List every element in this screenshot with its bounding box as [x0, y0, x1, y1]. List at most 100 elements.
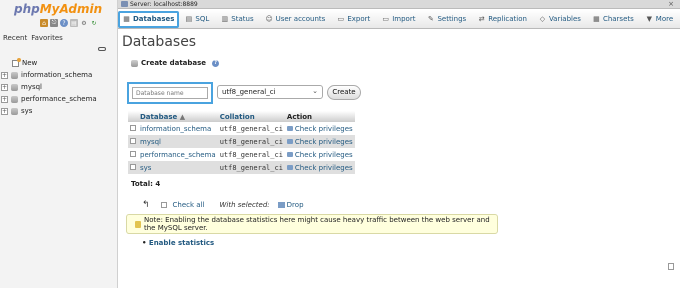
tree-item-mysql[interactable]: + mysql — [0, 81, 118, 93]
expand-icon[interactable]: + — [1, 71, 8, 79]
users-icon: ☺ — [265, 15, 273, 23]
row-checkbox[interactable] — [128, 161, 138, 174]
table-row: sys utf8_general_ci Check privileges — [128, 161, 355, 174]
header-collation[interactable]: Collation — [217, 111, 285, 122]
database-icon: ▦ — [123, 15, 130, 23]
settings-icon: ✎ — [428, 15, 434, 23]
privileges-icon — [286, 125, 293, 131]
tree-item-label[interactable]: New — [22, 59, 37, 67]
table-row: performance_schema utf8_general_ci Check… — [128, 148, 355, 161]
checkbox[interactable] — [130, 124, 136, 131]
phpmyadmin-logo[interactable]: phpMyAdmin — [14, 2, 104, 16]
tree-item-information-schema[interactable]: + information_schema — [0, 69, 118, 81]
check-all-label[interactable]: Check all — [173, 201, 205, 209]
header-database[interactable]: Database ▲ — [138, 111, 218, 122]
tab-label: More — [655, 15, 674, 23]
database-icon — [11, 71, 18, 79]
logout-icon[interactable]: ⎋ — [50, 19, 58, 27]
check-all-checkbox[interactable] — [160, 202, 167, 208]
drop-icon[interactable] — [277, 202, 285, 208]
tab-sql[interactable]: ▤ SQL — [179, 11, 215, 28]
import-icon: ▭ — [382, 15, 390, 23]
help-icon[interactable]: ? — [60, 19, 68, 27]
privileges-icon — [286, 138, 293, 144]
tree-item-label[interactable]: performance_schema — [21, 95, 97, 103]
check-privileges-link[interactable]: Check privileges — [284, 135, 355, 148]
tab-label: Settings — [437, 15, 467, 23]
tab-export[interactable]: ▭ Export — [331, 11, 376, 28]
nav-toolbar: ⌂ ⎋ ? ▤ ⚙ ↻ — [40, 19, 98, 27]
tree-item-label[interactable]: information_schema — [21, 71, 92, 79]
tab-more[interactable]: ▼ More — [640, 11, 679, 28]
create-button[interactable]: Create — [327, 85, 361, 100]
database-name-link[interactable]: performance_schema — [138, 148, 218, 161]
checkbox[interactable] — [130, 150, 136, 157]
tree-item-label[interactable]: mysql — [21, 83, 42, 91]
drop-button[interactable]: Drop — [287, 201, 304, 209]
enable-statistics-link[interactable]: Enable statistics — [142, 239, 214, 247]
expand-icon[interactable]: + — [1, 107, 8, 115]
chevron-down-icon: ⌄ — [312, 87, 318, 95]
table-row: mysql utf8_general_ci Check privileges — [128, 135, 355, 148]
settings-gear-icon[interactable]: ⚙ — [80, 19, 88, 27]
check-privileges-link[interactable]: Check privileges — [284, 161, 355, 174]
expand-icon[interactable]: + — [1, 83, 8, 91]
link-with-main-panel-icon[interactable] — [98, 47, 106, 51]
row-checkbox[interactable] — [128, 135, 138, 148]
create-database-heading[interactable]: Create database ? — [131, 59, 220, 67]
collation-select[interactable]: utf8_general_ci ⌄ — [217, 85, 323, 99]
row-checkbox[interactable] — [128, 122, 138, 135]
tab-favorites[interactable]: Favorites — [31, 34, 63, 42]
databases-table: Database ▲ Collation Action information_… — [128, 111, 355, 174]
tab-variables[interactable]: ◇ Variables — [533, 11, 587, 28]
server-breadcrumb[interactable]: Server: localhost:8889 — [130, 1, 198, 8]
database-name-link[interactable]: sys — [138, 161, 218, 174]
expand-icon[interactable]: + — [1, 95, 8, 103]
checkbox[interactable] — [130, 163, 136, 170]
tab-settings[interactable]: ✎ Settings — [421, 11, 472, 28]
tab-import[interactable]: ▭ Import — [376, 11, 421, 28]
tree-item-performance-schema[interactable]: + performance_schema — [0, 93, 118, 105]
charsets-icon: ▦ — [593, 15, 600, 23]
privileges-icon — [286, 151, 293, 157]
arrow-up-left-icon: ↰ — [142, 200, 150, 210]
tab-user-accounts[interactable]: ☺ User accounts — [260, 11, 332, 28]
tree-item-sys[interactable]: + sys — [0, 105, 118, 117]
database-tree: New + information_schema + mysql + perfo… — [0, 57, 118, 117]
collation-cell: utf8_general_ci — [217, 135, 285, 148]
table-row: information_schema utf8_general_ci Check… — [128, 122, 355, 135]
reload-icon[interactable]: ↻ — [90, 19, 98, 27]
action-label: Check privileges — [294, 124, 353, 133]
help-icon[interactable]: ? — [212, 59, 220, 67]
nav-tabs: Recent Favorites — [3, 34, 63, 42]
tree-item-label[interactable]: sys — [21, 107, 32, 115]
tab-label: Replication — [488, 15, 527, 23]
tab-status[interactable]: ▥ Status — [215, 11, 259, 28]
check-privileges-link[interactable]: Check privileges — [284, 148, 355, 161]
docs-icon[interactable]: ▤ — [70, 19, 78, 27]
checkbox[interactable] — [130, 137, 136, 144]
home-icon[interactable]: ⌂ — [40, 19, 48, 27]
tab-recent[interactable]: Recent — [3, 34, 27, 42]
collation-cell: utf8_general_ci — [217, 148, 285, 161]
tab-charsets[interactable]: ▦ Charsets — [587, 11, 640, 28]
tab-label: Variables — [548, 15, 581, 23]
collapse-icon[interactable]: × — [668, 0, 674, 8]
new-database-icon — [12, 57, 21, 67]
database-icon — [11, 83, 18, 91]
status-icon: ▥ — [221, 15, 229, 23]
database-name-input[interactable] — [132, 87, 208, 99]
server-breadcrumb-bar: Server: localhost:8889 × — [118, 0, 680, 9]
create-database-label: Create database — [141, 59, 207, 67]
notice-icon — [135, 220, 141, 228]
console-icon[interactable] — [668, 263, 674, 270]
tab-databases[interactable]: ▦ Databases — [118, 10, 180, 28]
check-privileges-link[interactable]: Check privileges — [284, 122, 355, 135]
header-label: Database — [140, 112, 178, 121]
more-icon: ▼ — [646, 15, 652, 23]
database-name-link[interactable]: information_schema — [138, 122, 218, 135]
row-checkbox[interactable] — [128, 148, 138, 161]
tab-replication[interactable]: ⇄ Replication — [472, 11, 533, 28]
tree-item-new[interactable]: New — [0, 57, 118, 69]
database-name-link[interactable]: mysql — [138, 135, 218, 148]
